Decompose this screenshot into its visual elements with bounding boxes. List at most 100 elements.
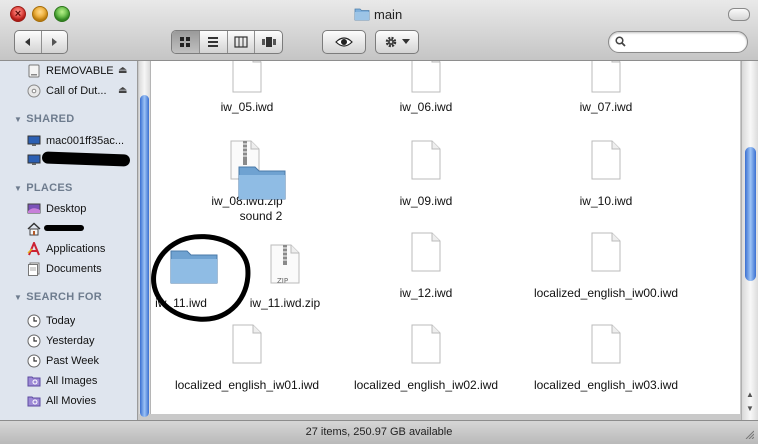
file-item[interactable]: localized_english_iw02.iwd xyxy=(336,323,516,393)
sidebar-section-search-for[interactable]: ▼ SEARCH FOR xyxy=(14,291,102,303)
folder-item[interactable]: sound 2 xyxy=(171,161,351,225)
sidebar-item-past-week[interactable]: Past Week xyxy=(26,352,137,370)
forward-arrow-icon xyxy=(52,38,58,46)
disc-icon xyxy=(26,83,42,99)
file-name: localized_english_iw02.iwd xyxy=(353,378,499,392)
document-icon xyxy=(411,61,441,93)
column-view-icon xyxy=(234,36,248,48)
status-bar: 27 items, 250.97 GB available xyxy=(0,420,758,444)
scroll-up-arrow-icon[interactable]: ▲ xyxy=(746,390,754,399)
file-item[interactable]: iw_05.iwd xyxy=(157,61,337,117)
coverflow-view-button[interactable] xyxy=(255,31,282,53)
file-name: iw_09.iwd xyxy=(399,194,453,208)
quick-look-inner xyxy=(323,31,365,53)
clock-icon xyxy=(26,313,42,329)
document-icon xyxy=(591,61,621,93)
sidebar-item-label: All Images xyxy=(46,375,98,387)
document-icon xyxy=(411,232,441,272)
section-header-text: PLACES xyxy=(26,182,73,194)
sidebar-item-applications[interactable]: Applications xyxy=(26,240,137,258)
disclosure-triangle-icon: ▼ xyxy=(14,293,23,302)
document-icon xyxy=(591,232,621,272)
main-scroll-thumb[interactable] xyxy=(745,147,756,281)
icon-view-icon xyxy=(180,37,191,47)
file-item[interactable]: iw_10.iwd xyxy=(516,139,696,209)
back-arrow-icon xyxy=(24,38,30,46)
search-field[interactable] xyxy=(608,31,748,53)
file-item[interactable]: iw_12.iwd xyxy=(336,231,516,301)
smart-folder-icon xyxy=(26,373,42,389)
resize-grip-icon[interactable] xyxy=(744,429,754,439)
sidebar-item-today[interactable]: Today xyxy=(26,312,137,330)
column-view-button[interactable] xyxy=(228,31,256,53)
sidebar-scroll-thumb[interactable] xyxy=(140,95,149,417)
sidebar-item-all-movies[interactable]: All Movies xyxy=(26,392,137,410)
close-button[interactable]: × xyxy=(10,6,26,22)
file-item[interactable]: iw_06.iwd xyxy=(336,61,516,117)
sidebar-section-shared[interactable]: ▼ SHARED xyxy=(14,113,74,125)
file-name: sound 2 xyxy=(239,209,283,223)
quick-look-button[interactable] xyxy=(322,30,366,54)
document-icon xyxy=(411,324,441,364)
eye-icon xyxy=(335,37,353,47)
search-icon xyxy=(615,36,626,47)
eject-icon[interactable]: ⏏ xyxy=(118,85,127,96)
document-icon xyxy=(411,140,441,180)
sidebar-item-label: Past Week xyxy=(46,355,99,367)
sidebar-item-label: Applications xyxy=(46,243,106,255)
folder-icon xyxy=(354,8,370,21)
monitor-icon xyxy=(26,152,42,168)
sidebar-section-places[interactable]: ▼ PLACES xyxy=(14,182,73,194)
sidebar-item-label: mac001ff35ac... xyxy=(46,135,125,147)
zoom-button[interactable] xyxy=(54,6,70,22)
forward-button[interactable] xyxy=(42,31,68,53)
drive-icon xyxy=(26,63,42,79)
file-item[interactable]: localized_english_iw03.iwd xyxy=(516,323,696,393)
sidebar-item-label: REMOVABLE xyxy=(46,65,114,77)
file-name: iw_07.iwd xyxy=(579,100,633,114)
clock-icon xyxy=(26,353,42,369)
eject-icon[interactable]: ⏏ xyxy=(118,65,127,76)
main-scrollbar-track[interactable]: ▲ ▼ xyxy=(741,61,758,420)
sidebar-item-mac-share[interactable]: mac001ff35ac... xyxy=(26,132,137,150)
sidebar-scrollbar[interactable] xyxy=(139,61,151,417)
folder-icon xyxy=(238,166,286,200)
file-name: localized_english_iw01.iwd xyxy=(174,378,320,392)
monitor-icon xyxy=(26,133,42,149)
document-icon xyxy=(232,324,262,364)
sidebar: REMOVABLE ⏏ Call of Dut... ⏏ ▼ SHARED mac… xyxy=(0,61,138,420)
sidebar-item-yesterday[interactable]: Yesterday xyxy=(26,332,137,350)
navigation-buttons xyxy=(14,30,68,54)
back-button[interactable] xyxy=(15,31,42,53)
status-text: 27 items, 250.97 GB available xyxy=(305,426,453,438)
search-input[interactable] xyxy=(631,34,743,51)
zip-badge: ZIP xyxy=(277,277,289,285)
toolbar-toggle-button[interactable] xyxy=(728,8,750,21)
action-menu-inner xyxy=(376,31,418,53)
file-item[interactable]: localized_english_iw01.iwd xyxy=(157,323,337,393)
file-item[interactable]: iw_09.iwd xyxy=(336,139,516,209)
sidebar-item-documents[interactable]: Documents xyxy=(26,260,137,278)
file-name: iw_10.iwd xyxy=(579,194,633,208)
sidebar-item-desktop[interactable]: Desktop xyxy=(26,200,137,218)
sidebar-item-label: Yesterday xyxy=(46,335,95,347)
window-title-text: main xyxy=(374,6,403,22)
minimize-button[interactable] xyxy=(32,6,48,22)
sidebar-item-label: Today xyxy=(46,315,76,327)
section-header-text: SEARCH FOR xyxy=(26,291,102,303)
action-menu-button[interactable] xyxy=(375,30,419,54)
list-view-button[interactable] xyxy=(200,31,228,53)
document-icon xyxy=(232,61,262,93)
icon-view-button[interactable] xyxy=(172,31,200,53)
file-item[interactable]: iw_07.iwd xyxy=(516,61,696,117)
file-name: localized_english_iw03.iwd xyxy=(533,378,679,392)
scroll-down-arrow-icon[interactable]: ▼ xyxy=(746,404,754,413)
sidebar-item-label: Documents xyxy=(46,263,102,275)
sidebar-item-all-images[interactable]: All Images xyxy=(26,372,137,390)
disclosure-triangle-icon: ▼ xyxy=(14,184,23,193)
smart-folder-icon xyxy=(26,393,42,409)
sidebar-item-label: All Movies xyxy=(46,395,97,407)
sidebar-item-label: Desktop xyxy=(46,203,87,215)
file-item[interactable]: localized_english_iw00.iwd xyxy=(516,231,696,301)
desktop-icon xyxy=(26,201,42,217)
